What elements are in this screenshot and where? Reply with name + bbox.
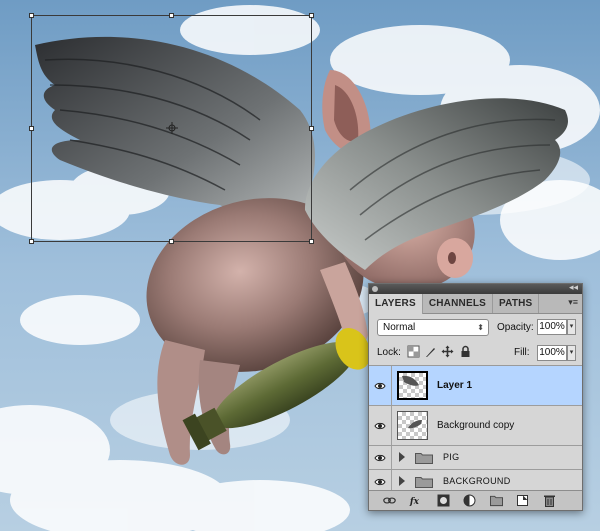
transform-handle-middle-right[interactable]: [309, 126, 314, 131]
blend-row: Normal ⬍ Opacity: 100% ▾: [369, 314, 582, 341]
layer-thumbnail[interactable]: [397, 371, 428, 400]
fill-input[interactable]: 100%: [537, 345, 567, 361]
opacity-dropdown-button[interactable]: ▾: [567, 319, 576, 335]
lock-transparent-icon[interactable]: [407, 345, 420, 358]
panel-menu-icon[interactable]: ▾≡: [568, 297, 578, 308]
wing-thumbnail-icon: [402, 375, 419, 386]
link-icon[interactable]: [383, 494, 396, 507]
group-name[interactable]: PIG: [443, 446, 459, 469]
lock-label: Lock:: [377, 347, 401, 358]
expand-triangle-icon[interactable]: [399, 452, 405, 462]
opacity-input[interactable]: 100%: [537, 319, 567, 335]
close-icon[interactable]: [372, 286, 378, 292]
layers-panel: ◂◂ LAYERS CHANNELS PATHS ▾≡ Normal ⬍ Opa…: [368, 282, 583, 511]
folder-icon: [415, 477, 433, 488]
visibility-toggle[interactable]: [369, 446, 392, 469]
collapse-icon[interactable]: ◂◂: [569, 282, 578, 293]
blend-mode-value: Normal: [383, 322, 416, 333]
transform-handle-middle-left[interactable]: [29, 126, 34, 131]
fill-dropdown-button[interactable]: ▾: [567, 345, 576, 361]
eye-icon: [374, 454, 386, 461]
fill-label: Fill:: [514, 347, 530, 358]
adjustment-icon[interactable]: [463, 494, 476, 507]
layer-name[interactable]: Layer 1: [437, 366, 472, 405]
mask-icon[interactable]: [437, 494, 450, 507]
tab-paths[interactable]: PATHS: [493, 294, 540, 313]
tab-layers[interactable]: LAYERS: [369, 294, 423, 314]
transform-handle-bottom-center[interactable]: [169, 239, 174, 244]
lock-row: Lock: Fill: 100% ▾: [369, 341, 582, 366]
tab-channels[interactable]: CHANNELS: [423, 294, 494, 313]
blend-mode-select[interactable]: Normal ⬍: [377, 319, 489, 336]
layer-name[interactable]: Background copy: [437, 406, 514, 445]
visibility-toggle[interactable]: [369, 406, 392, 445]
eye-icon: [374, 478, 386, 485]
layer-row-background-copy[interactable]: Background copy: [369, 406, 582, 446]
transform-handle-top-right[interactable]: [309, 13, 314, 18]
fx-icon[interactable]: fx: [409, 494, 422, 507]
select-arrows-icon: ⬍: [477, 323, 484, 332]
lock-pixels-icon[interactable]: [424, 345, 437, 358]
panel-bottom-toolbar: fx: [369, 490, 582, 510]
group-folder-icon[interactable]: [490, 494, 503, 507]
transform-handle-top-left[interactable]: [29, 13, 34, 18]
expand-triangle-icon[interactable]: [399, 476, 405, 486]
visibility-toggle[interactable]: [369, 366, 392, 405]
group-row-pig[interactable]: PIG: [369, 446, 582, 470]
eye-icon: [374, 422, 386, 429]
layer-row-layer-1[interactable]: Layer 1: [369, 366, 582, 406]
lock-position-icon[interactable]: [441, 345, 454, 358]
opacity-label: Opacity:: [497, 322, 534, 333]
panel-titlebar[interactable]: ◂◂: [369, 282, 582, 294]
transform-handle-top-center[interactable]: [169, 13, 174, 18]
svg-text:fx: fx: [409, 497, 420, 507]
eye-icon: [374, 382, 386, 389]
layer-thumbnail[interactable]: [397, 411, 428, 440]
transform-handle-bottom-right[interactable]: [309, 239, 314, 244]
lock-all-icon[interactable]: [459, 345, 472, 358]
transform-handle-bottom-left[interactable]: [29, 239, 34, 244]
wing-thumbnail-icon: [408, 420, 422, 429]
folder-icon: [415, 453, 433, 464]
trash-icon[interactable]: [543, 494, 556, 507]
panel-tabs: LAYERS CHANNELS PATHS ▾≡: [369, 294, 582, 314]
new-layer-icon[interactable]: [516, 494, 529, 507]
